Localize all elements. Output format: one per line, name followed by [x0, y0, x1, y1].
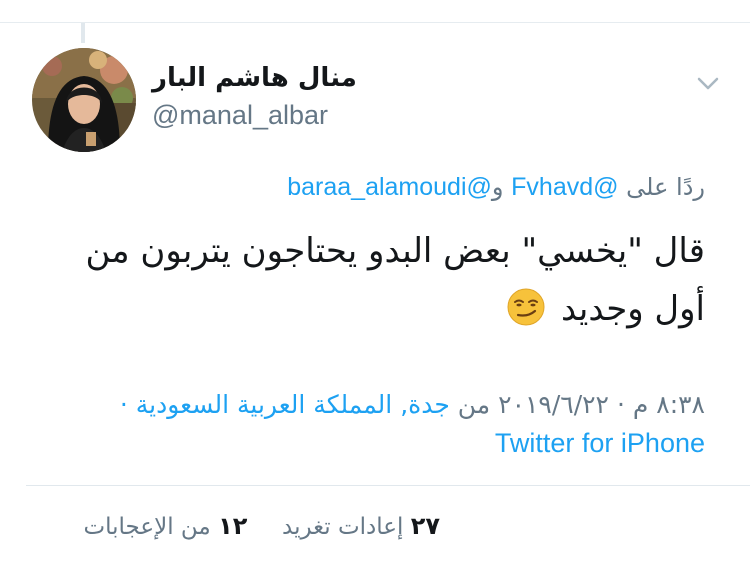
meta-separator-2: · [119, 390, 128, 419]
tweet-meta: ٨:٣٨ م · ٢٠١٩/٦/٢٢ من جدة, المملكة العرب… [15, 386, 705, 462]
reply-context: ردًا على @Fvhavd و@baraa_alamoudi [287, 172, 705, 202]
thread-connector-line [81, 23, 85, 43]
meta-from: من [457, 390, 491, 419]
smirking-face-emoji-icon [506, 287, 546, 327]
reply-prefix: ردًا على [626, 173, 705, 201]
mention-link-baraa[interactable]: @baraa_alamoudi [287, 173, 492, 201]
retweets-label: إعادات تغريد [282, 514, 404, 540]
likes-label: من الإعجابات [83, 514, 211, 540]
retweets-stat[interactable]: ٢٧ إعادات تغريد [275, 512, 440, 540]
likes-stat[interactable]: ١٢ من الإعجابات [83, 512, 248, 540]
tweet-menu-button[interactable] [693, 68, 723, 98]
author-display-name[interactable]: منال هاشم البار [152, 62, 592, 94]
likes-count: ١٢ [218, 512, 248, 540]
author-handle[interactable]: @manal_albar [152, 98, 592, 132]
avatar[interactable] [32, 48, 136, 152]
meta-separator: · [616, 390, 625, 419]
stats-divider [26, 485, 750, 486]
retweets-count: ٢٧ [410, 512, 440, 540]
chevron-down-icon [697, 77, 719, 90]
tweet-text-line-2: أول وجديد [561, 289, 705, 329]
top-divider [0, 22, 750, 23]
tweet-source-link[interactable]: Twitter for iPhone [15, 424, 705, 462]
tweet-stats: ٢٧ إعادات تغريد ١٢ من الإعجابات [83, 510, 440, 543]
tweet-time[interactable]: ٨:٣٨ م [633, 390, 705, 419]
reply-joiner: و [491, 173, 504, 201]
tweet-body: قال "يخسي" بعض البدو يحتاجون يتربون من أ… [25, 222, 705, 338]
mention-link-fvhavd[interactable]: @Fvhavd [511, 173, 618, 201]
tweet-location-link[interactable]: جدة, المملكة العربية السعودية [136, 390, 450, 419]
tweet-date[interactable]: ٢٠١٩/٦/٢٢ [498, 390, 609, 419]
avatar-image [32, 48, 136, 152]
tweet-text-line-1: قال "يخسي" بعض البدو يحتاجون يتربون من [85, 231, 705, 271]
author-block[interactable]: منال هاشم البار @manal_albar [152, 62, 592, 132]
